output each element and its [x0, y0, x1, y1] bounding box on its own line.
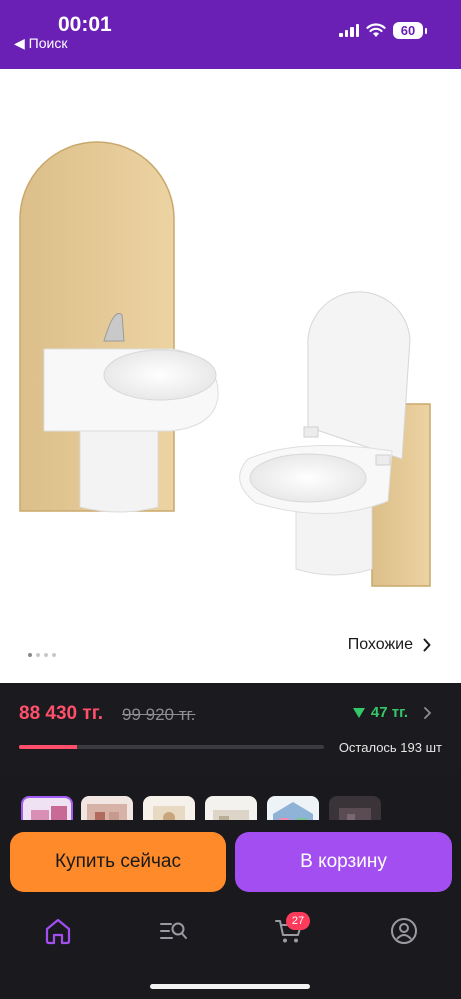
triangle-down-icon: [352, 707, 365, 718]
status-icons: 60: [339, 22, 427, 39]
gallery-dot[interactable]: [52, 653, 56, 657]
price-block: 88 430 тг. 99 920 тг. 47 тг. Осталось 19…: [0, 683, 461, 769]
home-icon[interactable]: [43, 916, 73, 946]
bonus-points[interactable]: 47 тг.: [352, 704, 431, 721]
share-icon[interactable]: [416, 87, 444, 119]
back-arrow-icon[interactable]: [18, 87, 44, 117]
gallery-dot[interactable]: [36, 653, 40, 657]
wifi-icon: [366, 23, 386, 37]
action-bar: Купить сейчас В корзину: [0, 820, 461, 898]
battery-indicator: 60: [393, 22, 423, 39]
product-image: [19, 141, 431, 587]
similar-label: Похожие: [347, 636, 413, 653]
gallery-dot[interactable]: [44, 653, 48, 657]
add-to-cart-button[interactable]: В корзину: [235, 832, 452, 892]
home-indicator[interactable]: [150, 984, 310, 989]
current-price: 88 430 тг.: [19, 703, 103, 724]
cart-count-badge: 27: [286, 912, 310, 930]
status-bar: 00:01 ◀ Поиск 60: [0, 0, 461, 69]
stock-progress-fill: [19, 745, 77, 749]
chevron-right-icon: [423, 638, 431, 652]
chevron-right-icon: [424, 706, 431, 719]
gallery-dot[interactable]: [28, 653, 32, 657]
cellular-signal-icon: [339, 24, 359, 37]
stock-remaining: Осталось 193 шт: [338, 740, 442, 755]
battery-tip: [425, 27, 427, 34]
similar-products-link[interactable]: Похожие: [348, 636, 431, 654]
status-back-link[interactable]: ◀ Поиск: [14, 35, 67, 52]
catalog-search-icon[interactable]: [158, 916, 188, 946]
bonus-value: 47 тг.: [370, 704, 408, 721]
profile-icon[interactable]: [389, 916, 419, 946]
product-gallery[interactable]: Похожие: [0, 69, 461, 683]
gallery-pagination[interactable]: [28, 653, 56, 657]
old-price: 99 920 тг.: [122, 705, 196, 724]
buy-now-button[interactable]: Купить сейчас: [10, 832, 226, 892]
stock-progress-bar: [19, 745, 324, 749]
heart-icon[interactable]: [358, 87, 388, 115]
status-time: 00:01: [58, 13, 112, 36]
